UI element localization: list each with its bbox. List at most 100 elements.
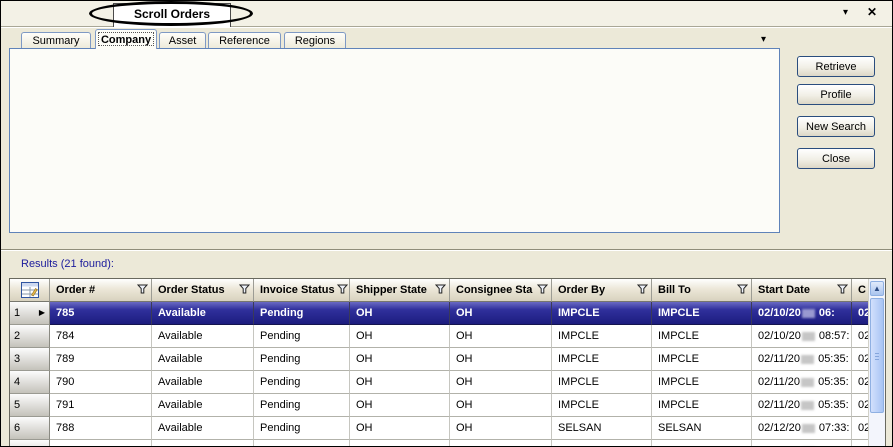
tab-overflow-arrow-icon[interactable]: ▾ xyxy=(761,34,766,45)
title-bar: Scroll Orders ▾ ✕ xyxy=(1,1,892,27)
cell-start-date: 02/12/20 10:00: xyxy=(752,440,852,446)
cell-start-date: 02/10/20 06: xyxy=(752,302,852,325)
cell: OH xyxy=(350,348,450,371)
row-header[interactable]: 6 xyxy=(10,417,50,440)
column-header-label: Invoice Status xyxy=(260,284,335,296)
row-header[interactable]: 7 xyxy=(10,440,50,446)
cell: 791 xyxy=(50,394,152,417)
filter-icon[interactable] xyxy=(137,284,148,297)
column-header-label: Shipper State xyxy=(356,284,427,296)
close-button[interactable]: Close xyxy=(797,148,875,169)
cell: IMPCLE xyxy=(652,348,752,371)
cell: OH xyxy=(450,440,552,446)
filter-icon[interactable] xyxy=(737,284,748,297)
filter-icon[interactable] xyxy=(537,284,548,297)
profile-button[interactable]: Profile xyxy=(797,84,875,105)
cell-clipped: 02 xyxy=(852,394,868,417)
cell: IMPCLE xyxy=(552,394,652,417)
tab-regions[interactable]: Regions xyxy=(284,32,346,49)
filter-icon[interactable] xyxy=(637,284,648,297)
row-header[interactable]: 4 xyxy=(10,371,50,394)
tab-company[interactable]: Company xyxy=(95,29,157,49)
window-title-tab[interactable]: Scroll Orders xyxy=(113,3,231,27)
redacted-year xyxy=(801,378,814,387)
retrieve-button[interactable]: Retrieve xyxy=(797,56,875,77)
cell: OH xyxy=(350,394,450,417)
cell: IMPCLE xyxy=(652,371,752,394)
cell: 785 xyxy=(50,302,152,325)
cell: IMPCLE xyxy=(552,348,652,371)
cell: OH xyxy=(450,302,552,325)
cell: Available xyxy=(152,394,254,417)
cell: Available xyxy=(152,371,254,394)
cell: IMPCLE xyxy=(552,325,652,348)
row-header[interactable]: 3 xyxy=(10,348,50,371)
row-number: 6 xyxy=(14,422,20,434)
window-close-icon[interactable]: ✕ xyxy=(867,5,877,19)
filter-icon[interactable] xyxy=(239,284,250,297)
cell: Pending xyxy=(254,440,350,446)
table-row[interactable]: 1▶785AvailablePendingOHOHIMPCLEIMPCLE02/… xyxy=(10,302,868,325)
cell: OH xyxy=(350,325,450,348)
column-header-label: Order Status xyxy=(158,284,225,296)
cell: 789 xyxy=(50,348,152,371)
window-menu-arrow-icon[interactable]: ▾ xyxy=(843,7,848,18)
cell-start-date: 02/11/20 05:35: xyxy=(752,394,852,417)
table-row[interactable]: 6788AvailablePendingOHOHSELSANSELSAN02/1… xyxy=(10,417,868,440)
cell-clipped: 02 xyxy=(852,348,868,371)
column-header-order-by[interactable]: Order By xyxy=(552,279,652,302)
grid-properties-icon[interactable] xyxy=(10,279,50,302)
table-row[interactable]: 2784AvailablePendingOHOHIMPCLEIMPCLE02/1… xyxy=(10,325,868,348)
column-header-order-status[interactable]: Order Status xyxy=(152,279,254,302)
window-title: Scroll Orders xyxy=(134,7,210,21)
column-header-invoice-status[interactable]: Invoice Status xyxy=(254,279,350,302)
cell: 784 xyxy=(50,325,152,348)
column-header-order-[interactable]: Order # xyxy=(50,279,152,302)
current-row-marker-icon: ▶ xyxy=(39,309,45,317)
column-header-start-date[interactable]: Start Date xyxy=(752,279,852,302)
row-header[interactable]: 5 xyxy=(10,394,50,417)
column-header-bill-to[interactable]: Bill To xyxy=(652,279,752,302)
cell: SELSAN xyxy=(552,417,652,440)
row-number: 7 xyxy=(14,445,20,446)
row-header[interactable]: 2 xyxy=(10,325,50,348)
tab-asset[interactable]: Asset xyxy=(159,32,206,49)
column-header-label: Order # xyxy=(56,284,95,296)
scrollbar-thumb[interactable] xyxy=(870,298,884,413)
scroll-up-icon[interactable]: ▲ xyxy=(870,281,884,296)
column-header-label: C xyxy=(858,284,866,296)
cell: Available xyxy=(152,302,254,325)
table-row[interactable]: 4790AvailablePendingOHOHIMPCLEIMPCLE02/1… xyxy=(10,371,868,394)
results-rows: 1▶785AvailablePendingOHOHIMPCLEIMPCLE02/… xyxy=(10,302,868,446)
cell: 788 xyxy=(50,417,152,440)
filter-icon[interactable] xyxy=(837,284,848,297)
row-header[interactable]: 1▶ xyxy=(10,302,50,325)
cell: Pending xyxy=(254,325,350,348)
filter-icon[interactable] xyxy=(337,284,348,297)
column-header-c[interactable]: C xyxy=(852,279,868,302)
cell: OH xyxy=(350,417,450,440)
results-panel: Results (21 found): Order #Order StatusI… xyxy=(1,249,892,446)
cell: Available xyxy=(152,325,254,348)
row-number: 4 xyxy=(14,376,20,388)
cell: Pending xyxy=(254,302,350,325)
table-row[interactable]: 5791AvailablePendingOHOHIMPCLEIMPCLE02/1… xyxy=(10,394,868,417)
table-row[interactable]: 7797AvailablePendingOHOHSELSANSELSAN02/1… xyxy=(10,440,868,446)
cell-start-date: 02/11/20 05:35: xyxy=(752,371,852,394)
tab-reference[interactable]: Reference xyxy=(208,32,281,49)
column-header-consignee-sta[interactable]: Consignee Sta xyxy=(450,279,552,302)
tab-summary[interactable]: Summary xyxy=(21,32,91,49)
new-search-button[interactable]: New Search xyxy=(797,116,875,137)
cell: OH xyxy=(450,348,552,371)
cell: OH xyxy=(450,371,552,394)
cell: IMPCLE xyxy=(652,394,752,417)
filter-icon[interactable] xyxy=(435,284,446,297)
scroll-orders-window: Scroll Orders ▾ ✕ SummaryCompanyAssetRef… xyxy=(0,0,893,447)
cell: SELSAN xyxy=(552,440,652,446)
cell-start-date: 02/10/20 08:57: xyxy=(752,325,852,348)
vertical-scrollbar[interactable]: ▲ xyxy=(868,279,885,446)
table-row[interactable]: 3789AvailablePendingOHOHIMPCLEIMPCLE02/1… xyxy=(10,348,868,371)
redacted-year xyxy=(802,424,815,433)
cell: Pending xyxy=(254,348,350,371)
column-header-shipper-state[interactable]: Shipper State xyxy=(350,279,450,302)
